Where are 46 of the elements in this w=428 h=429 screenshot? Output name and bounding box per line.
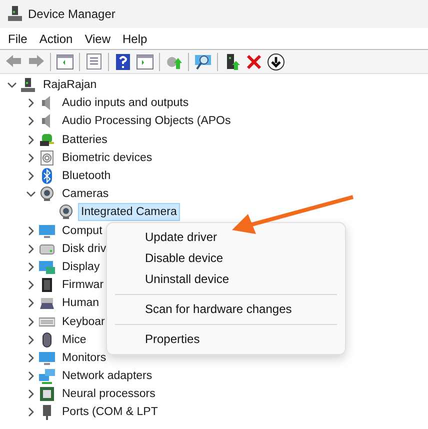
tree-item[interactable]: Disk driv xyxy=(59,240,110,258)
tree-item[interactable]: Monitors xyxy=(59,348,110,367)
tree-item[interactable]: Human xyxy=(59,294,102,312)
chip-icon xyxy=(39,277,55,294)
menu-item[interactable]: Action xyxy=(33,28,79,50)
menu-item[interactable]: Properties xyxy=(107,329,345,350)
window-title: Device Manager xyxy=(28,6,116,23)
menu-item[interactable]: Disable device xyxy=(107,248,345,269)
display-adapter-icon xyxy=(39,258,55,275)
tree-item[interactable]: Biometric devices xyxy=(59,148,156,167)
tree-item[interactable]: Bluetooth xyxy=(59,167,114,186)
tree-item[interactable]: Keyboar xyxy=(59,312,108,331)
tree-item[interactable]: Neural processors xyxy=(59,385,158,404)
menu-item[interactable]: File xyxy=(2,28,34,50)
tree-item[interactable]: Display xyxy=(59,258,103,276)
battery-icon xyxy=(39,132,55,148)
tree-item[interactable]: Cameras xyxy=(59,185,112,204)
webcam-icon xyxy=(39,186,55,202)
tree-item[interactable]: Audio inputs and outputs xyxy=(59,94,192,112)
tree-item[interactable]: Comput xyxy=(59,222,106,240)
action-pane-button[interactable] xyxy=(134,52,156,72)
network-icon xyxy=(39,368,55,384)
computer-icon xyxy=(20,77,36,94)
download-arrow-button[interactable] xyxy=(265,52,287,72)
tree-item[interactable]: Integrated Camera xyxy=(78,203,180,222)
menu-item[interactable]: Help xyxy=(116,28,154,50)
panel-button[interactable] xyxy=(54,52,76,72)
tree-item[interactable]: Batteries xyxy=(59,130,110,149)
tree-item[interactable]: Network adapters xyxy=(59,367,156,386)
monitor-icon xyxy=(39,350,55,366)
processor-icon xyxy=(39,386,55,402)
webcam-icon xyxy=(58,204,74,220)
bluetooth-icon xyxy=(39,168,55,184)
tree-item[interactable]: Ports (COM & LPT xyxy=(59,403,161,422)
menu-item[interactable]: Update driver xyxy=(107,227,345,248)
tree-item[interactable]: RajaRajan xyxy=(40,76,100,94)
fingerprint-icon xyxy=(39,150,55,166)
menu-item[interactable]: Scan for hardware changes xyxy=(107,299,345,320)
monitor-icon xyxy=(39,222,55,239)
tree-item[interactable]: Audio Processing Objects (APOs xyxy=(59,112,234,130)
gamepad-icon xyxy=(39,295,55,312)
tree-item[interactable]: Mice xyxy=(59,330,90,349)
tree-item[interactable]: Firmwar xyxy=(59,276,107,294)
menu-item[interactable]: Uninstall device xyxy=(107,269,345,290)
menu-item[interactable]: View xyxy=(78,28,116,50)
computer-icon xyxy=(8,6,22,22)
